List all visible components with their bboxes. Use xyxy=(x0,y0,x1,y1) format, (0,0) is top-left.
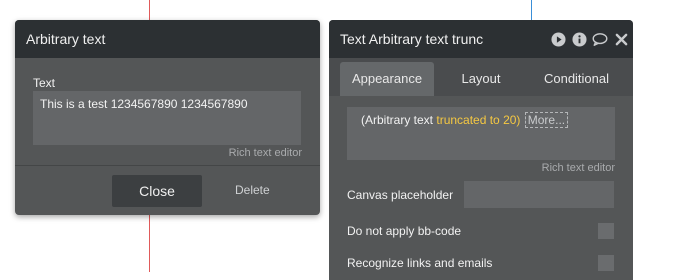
arbitrary-text-popup: Arbitrary text Text This is a test 12345… xyxy=(15,20,320,215)
canvas-placeholder-label: Canvas placeholder xyxy=(347,188,454,202)
text-expression-field[interactable]: (Arbitrary text truncated to 20) More... xyxy=(347,107,615,160)
header-icons xyxy=(550,31,629,47)
editor-tabs: Appearance Layout Conditional xyxy=(329,58,633,96)
close-button[interactable]: Close xyxy=(112,175,202,207)
recognize-links-label: Recognize links and emails xyxy=(347,256,493,270)
expression-more-button[interactable]: More... xyxy=(524,112,569,128)
info-icon[interactable] xyxy=(571,31,587,47)
expression-source[interactable]: (Arbitrary text xyxy=(361,113,433,127)
comment-icon[interactable] xyxy=(592,31,608,47)
popup-divider xyxy=(15,165,320,166)
delete-button[interactable]: Delete xyxy=(235,183,270,197)
element-property-editor: Text Arbitrary text trunc Appearance Lay… xyxy=(329,20,633,280)
canvas-placeholder-input[interactable] xyxy=(464,181,614,208)
rich-text-editor-link[interactable]: Rich text editor xyxy=(229,147,302,159)
editor-header: Text Arbitrary text trunc xyxy=(329,20,633,58)
no-bbcode-label: Do not apply bb-code xyxy=(347,224,462,238)
tab-appearance[interactable]: Appearance xyxy=(340,62,434,96)
text-field-label: Text xyxy=(33,76,56,90)
tab-conditional[interactable]: Conditional xyxy=(530,62,623,96)
text-field[interactable]: This is a test 1234567890 1234567890 xyxy=(33,91,301,145)
expression-operator[interactable]: truncated to 20) xyxy=(436,113,520,127)
close-icon[interactable] xyxy=(613,31,629,47)
editor-title: Text Arbitrary text trunc xyxy=(340,31,484,47)
play-icon[interactable] xyxy=(550,31,566,47)
popup-title: Arbitrary text xyxy=(15,20,320,58)
tab-layout[interactable]: Layout xyxy=(446,62,516,96)
rich-text-editor-link[interactable]: Rich text editor xyxy=(542,162,615,174)
recognize-links-checkbox[interactable] xyxy=(598,255,614,271)
no-bbcode-checkbox[interactable] xyxy=(598,223,614,239)
